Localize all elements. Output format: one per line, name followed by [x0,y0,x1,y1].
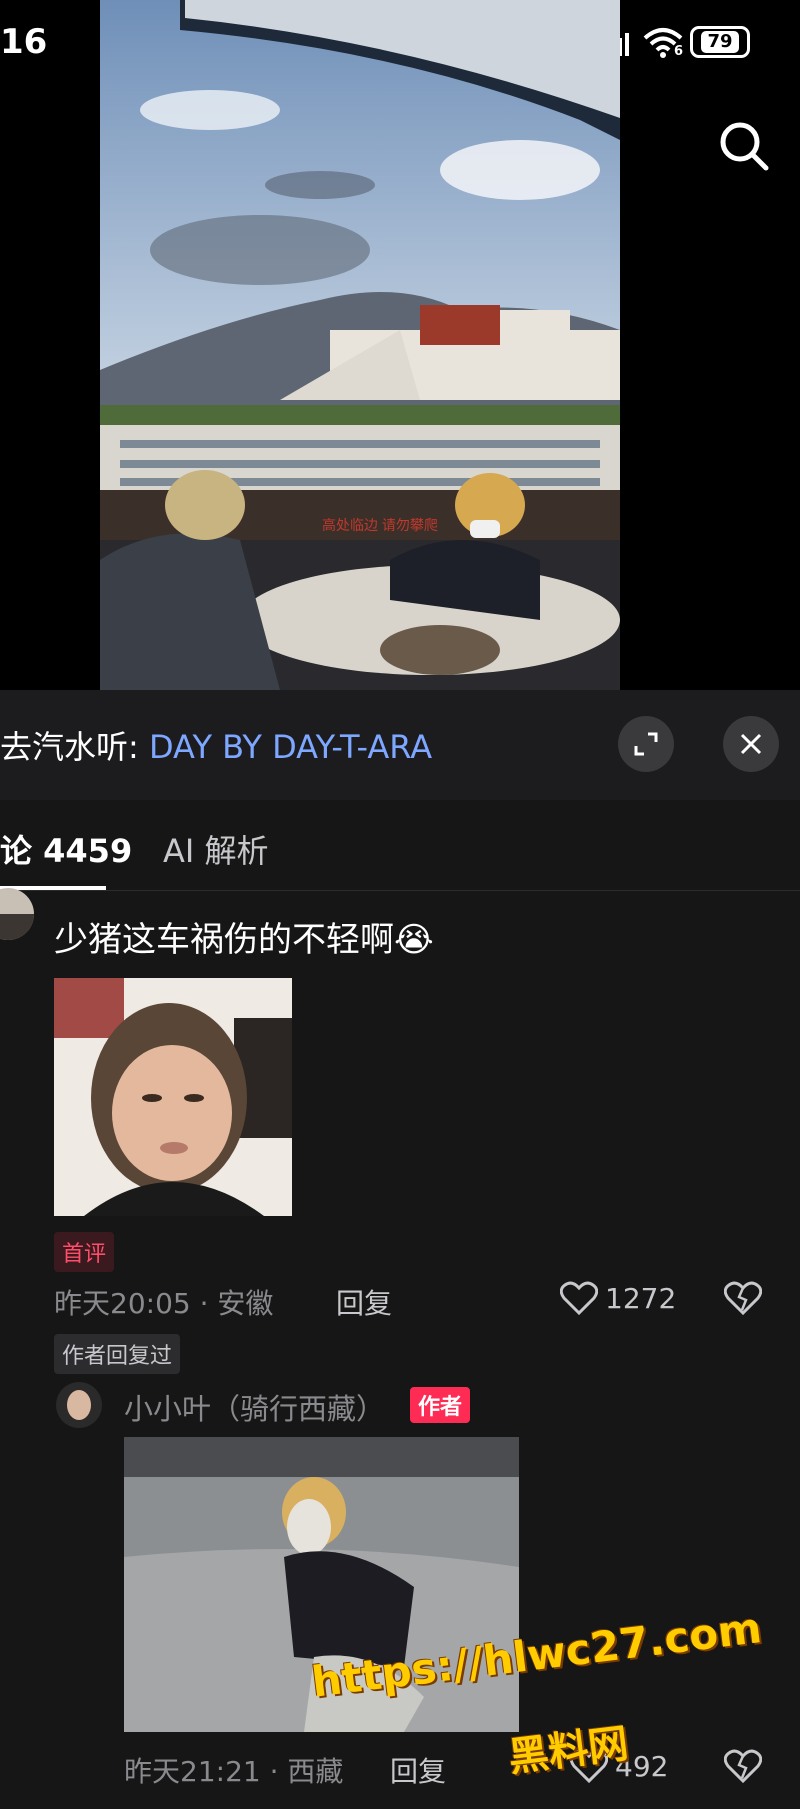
tab-ai-analysis[interactable]: AI 解析 [163,826,269,872]
video-frame-image: 高处临边 请勿攀爬 [100,0,620,690]
cry-emoji-icon: 😭 [394,920,434,960]
status-time: 16 [0,22,48,62]
battery-icon: 79 [690,26,750,58]
first-comment-badge: 首评 [54,1232,115,1272]
video-player[interactable]: 高处临边 请勿攀爬 [100,0,620,690]
tab-divider [0,890,800,891]
tab-comments[interactable]: 论 4459 [0,826,132,872]
reply-meta: 昨天21:21 · 西藏 [124,1750,343,1790]
expand-button[interactable] [618,716,674,772]
reply-button[interactable]: 回复 [336,1282,392,1322]
comment-text: 少猪这车祸伤的不轻啊😭 [54,912,434,961]
comment-meta: 昨天20:05 · 安徽 [54,1282,273,1322]
comment-meta-sep: · [199,1287,209,1320]
reply-username[interactable]: 小小叶（骑行西藏） [124,1386,385,1428]
author-replied-badge[interactable]: 作者回复过 [54,1334,181,1374]
expand-icon [634,732,658,756]
search-icon[interactable] [716,118,772,174]
comment-location: 安徽 [217,1287,274,1320]
comment-photo [54,978,292,1216]
wifi-6-label: 6 [674,44,684,59]
music-song-title: DAY BY DAY-T-ARA [148,728,433,766]
comment-time: 昨天20:05 [54,1287,191,1320]
dislike-icon[interactable] [724,1280,762,1316]
like-heart-icon[interactable] [560,1280,598,1316]
music-prefix: 去汽水听: [0,728,149,766]
reply-meta-sep: · [269,1755,279,1788]
battery-level: 79 [701,31,739,53]
music-link[interactable]: 去汽水听: DAY BY DAY-T-ARA [0,722,432,768]
railing-sign: 高处临边 请勿攀爬 [322,517,438,533]
like-count: 1272 [605,1282,677,1315]
author-badge: 作者 [410,1387,471,1423]
comment-image[interactable] [54,978,292,1216]
reply-time: 昨天21:21 [124,1755,261,1788]
close-icon [740,733,762,755]
reply-location: 西藏 [287,1755,344,1788]
close-button[interactable] [723,716,779,772]
reply-reply-button[interactable]: 回复 [390,1750,446,1790]
reply-dislike-icon[interactable] [724,1748,762,1784]
comment-body: 少猪这车祸伤的不轻啊 [54,920,394,960]
reply-avatar[interactable] [56,1382,102,1428]
